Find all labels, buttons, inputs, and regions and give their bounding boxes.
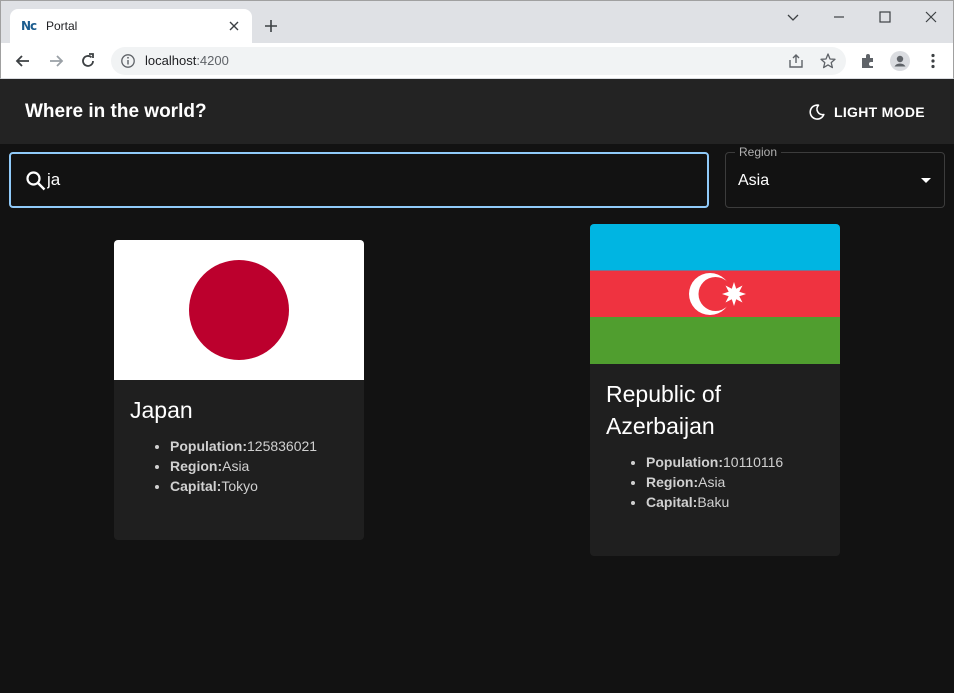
region-value: Asia bbox=[698, 474, 726, 490]
app-header: Where in the world? LIGHT MODE bbox=[0, 79, 954, 144]
japan-flag bbox=[114, 240, 364, 380]
light-mode-label: LIGHT MODE bbox=[834, 104, 925, 120]
info-icon[interactable] bbox=[120, 53, 136, 69]
capital-value: Baku bbox=[697, 494, 730, 510]
close-icon[interactable] bbox=[921, 7, 941, 27]
minimize-icon[interactable] bbox=[829, 7, 849, 27]
browser-tab[interactable]: Nc Portal bbox=[10, 9, 252, 44]
moon-icon bbox=[809, 104, 825, 120]
population-label: Population: bbox=[646, 454, 723, 470]
region-select[interactable]: Region Asia bbox=[725, 145, 945, 208]
maximize-icon[interactable] bbox=[875, 7, 895, 27]
country-name: Republic of Azerbaijan bbox=[606, 381, 722, 439]
browser-toolbar: localhost:4200 bbox=[0, 43, 954, 79]
back-icon[interactable] bbox=[13, 51, 33, 71]
search-icon bbox=[26, 171, 46, 191]
url-port: :4200 bbox=[196, 53, 229, 68]
search-field[interactable] bbox=[9, 152, 709, 208]
share-icon[interactable] bbox=[787, 52, 805, 70]
light-mode-button[interactable]: LIGHT MODE bbox=[808, 101, 925, 123]
country-name: Japan bbox=[130, 397, 193, 423]
capital-item: Capital:Baku bbox=[646, 492, 824, 512]
extensions-icon[interactable] bbox=[858, 51, 878, 71]
profile-icon[interactable] bbox=[890, 51, 910, 71]
region-item: Region:Asia bbox=[646, 472, 824, 492]
url-host: localhost bbox=[145, 53, 197, 68]
region-label: Region bbox=[735, 145, 782, 159]
card-body: Japan Population:125836021 Region:Asia C… bbox=[114, 380, 364, 496]
url-text: localhost:4200 bbox=[145, 54, 229, 68]
population-item: Population:10110116 bbox=[646, 452, 824, 472]
reload-icon[interactable] bbox=[78, 51, 98, 71]
page-title: Where in the world? bbox=[25, 101, 207, 122]
menu-icon[interactable] bbox=[923, 51, 943, 71]
star-icon[interactable] bbox=[819, 52, 837, 70]
region-value: Asia bbox=[738, 172, 770, 189]
country-card-japan[interactable]: Japan Population:125836021 Region:Asia C… bbox=[114, 240, 364, 540]
capital-value: Tokyo bbox=[221, 478, 258, 494]
new-tab-icon[interactable] bbox=[262, 17, 280, 35]
forward-icon[interactable] bbox=[46, 51, 66, 71]
country-facts: Population:125836021 Region:Asia Capital… bbox=[170, 436, 348, 496]
population-item: Population:125836021 bbox=[170, 436, 348, 456]
caret-down-icon bbox=[921, 178, 931, 183]
search-input[interactable] bbox=[47, 168, 687, 192]
region-label: Region: bbox=[646, 474, 699, 490]
close-tab-icon[interactable] bbox=[226, 18, 242, 34]
country-card-azerbaijan[interactable]: Republic of Azerbaijan Population:101101… bbox=[590, 224, 840, 556]
azerbaijan-flag bbox=[590, 224, 840, 364]
population-value: 10110116 bbox=[723, 454, 784, 470]
browser-tabstrip: Nc Portal bbox=[0, 0, 954, 44]
region-value: Asia bbox=[222, 458, 250, 474]
population-label: Population: bbox=[170, 438, 247, 454]
region-label: Region: bbox=[170, 458, 223, 474]
population-value: 125836021 bbox=[247, 438, 318, 454]
country-facts: Population:10110116 Region:Asia Capital:… bbox=[646, 452, 824, 512]
chevron-down-icon[interactable] bbox=[783, 7, 803, 27]
card-body: Republic of Azerbaijan Population:101101… bbox=[590, 364, 840, 512]
favicon-icon: Nc bbox=[21, 19, 37, 33]
capital-label: Capital: bbox=[646, 494, 698, 510]
capital-label: Capital: bbox=[170, 478, 222, 494]
region-item: Region:Asia bbox=[170, 456, 348, 476]
tab-title: Portal bbox=[46, 19, 78, 33]
capital-item: Capital:Tokyo bbox=[170, 476, 348, 496]
address-bar[interactable]: localhost:4200 bbox=[111, 47, 846, 75]
